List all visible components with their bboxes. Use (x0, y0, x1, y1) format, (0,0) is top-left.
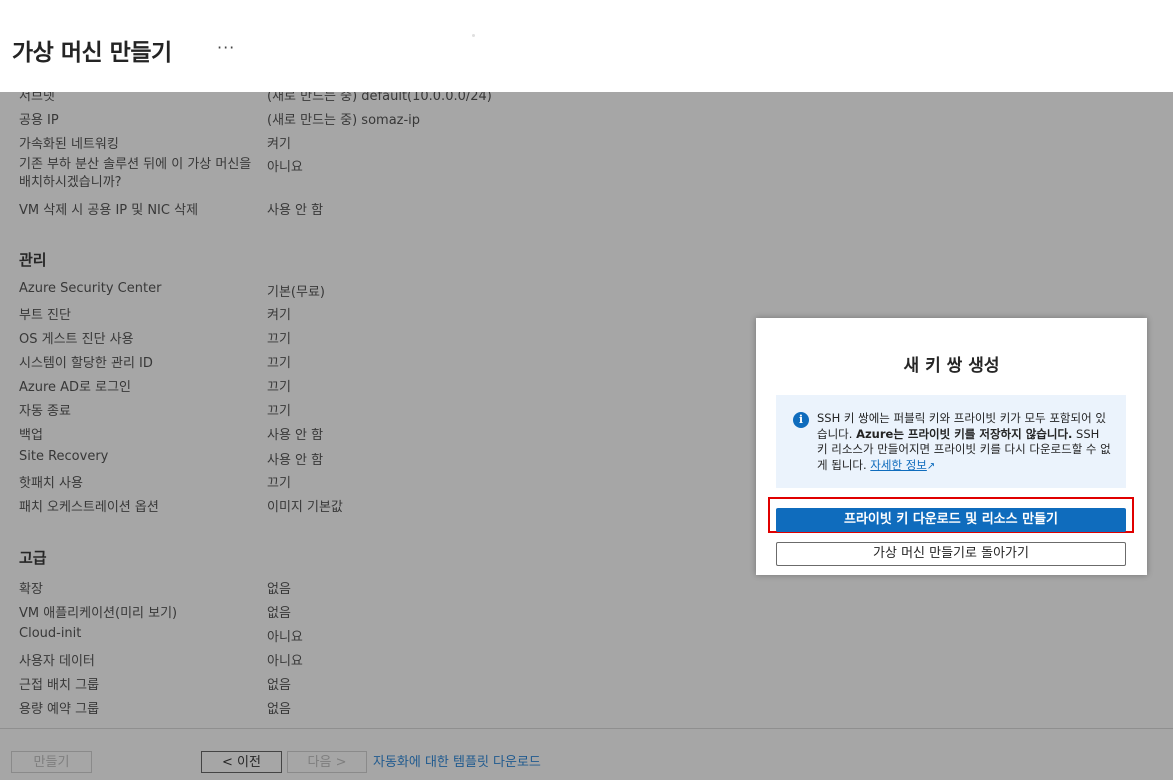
row-key: 사용자 데이터 (19, 654, 95, 669)
row-value: 없음 (267, 606, 291, 621)
row-key: 가속화된 네트워킹 (19, 137, 119, 152)
row-key: Cloud-init (19, 626, 82, 641)
row-key: Azure Security Center (19, 281, 162, 296)
info-message-bar: i SSH 키 쌍에는 퍼블릭 키와 프라이빗 키가 모두 포함되어 있습니다.… (776, 395, 1126, 488)
row-value: 끄기 (267, 332, 291, 347)
row-key: 자동 종료 (19, 404, 71, 419)
row-key: 부트 진단 (19, 308, 71, 323)
row-value: 끄기 (267, 380, 291, 395)
create-button[interactable]: 만들기 (11, 751, 92, 773)
section-title-management: 관리 (19, 251, 47, 269)
row-key: 공용 IP (19, 113, 59, 128)
row-key: 기존 부하 분산 솔루션 뒤에 이 가상 머신을 배치하시겠습니까? (19, 157, 252, 190)
next-button[interactable]: 다음 > (287, 751, 367, 773)
row-value: 이미지 기본값 (267, 500, 343, 515)
row-value: 끄기 (267, 404, 291, 419)
row-key: 확장 (19, 582, 43, 597)
row-value: 아니요 (267, 160, 303, 175)
row-value: 아니요 (267, 654, 303, 669)
row-value: 사용 안 함 (267, 428, 324, 443)
learn-more-link[interactable]: 자세한 정보 (870, 458, 927, 472)
return-to-create-vm-button[interactable]: 가상 머신 만들기로 돌아가기 (776, 542, 1126, 566)
row-key: VM 삭제 시 공용 IP 및 NIC 삭제 (19, 203, 199, 218)
more-options-icon[interactable]: ··· (217, 38, 235, 57)
row-value: 없음 (267, 702, 291, 717)
row-value: 사용 안 함 (267, 203, 324, 218)
section-title-advanced: 고급 (19, 549, 47, 567)
row-key: 용량 예약 그룹 (19, 702, 100, 717)
info-text: SSH 키 쌍에는 퍼블릭 키와 프라이빗 키가 모두 포함되어 있습니다. A… (817, 411, 1113, 474)
info-icon: i (793, 412, 809, 428)
external-link-icon: ↗ (926, 460, 936, 472)
decorative-dot (472, 34, 475, 37)
dialog-title: 새 키 쌍 생성 (903, 356, 1000, 376)
page-title: 가상 머신 만들기 (12, 40, 172, 66)
row-key: 패치 오케스트레이션 옵션 (19, 500, 159, 515)
wizard-footer: 만들기 < 이전 다음 > 자동화에 대한 템플릿 다운로드 (0, 728, 1173, 780)
row-value: 없음 (267, 678, 291, 693)
previous-button[interactable]: < 이전 (201, 751, 282, 773)
page-header: 가상 머신 만들기 ··· (0, 0, 1173, 92)
row-value: 기본(무료) (267, 285, 325, 300)
row-key: 백업 (19, 428, 43, 443)
row-value: (새로 만드는 중) somaz-ip (267, 113, 421, 128)
row-key: OS 게스트 진단 사용 (19, 332, 134, 347)
row-key: 서브넷 (19, 92, 55, 104)
row-value: 아니요 (267, 630, 303, 645)
row-key: 근접 배치 그룹 (19, 678, 100, 693)
generate-key-pair-dialog: 새 키 쌍 생성 i SSH 키 쌍에는 퍼블릭 키와 프라이빗 키가 모두 포… (756, 318, 1147, 575)
row-value: 켜기 (267, 137, 291, 152)
row-key: 핫패치 사용 (19, 476, 83, 491)
row-key: Azure AD로 로그인 (19, 380, 132, 395)
row-value: 끄기 (267, 476, 291, 491)
row-key: 시스템이 할당한 관리 ID (19, 356, 153, 371)
row-value: (새로 만드는 중) default(10.0.0.0/24) (267, 92, 492, 104)
download-private-key-button[interactable]: 프라이빗 키 다운로드 및 리소스 만들기 (776, 508, 1126, 532)
row-key: VM 애플리케이션(미리 보기) (19, 606, 178, 621)
row-key: Site Recovery (19, 449, 109, 464)
row-value: 끄기 (267, 356, 291, 371)
row-value: 켜기 (267, 308, 291, 323)
row-value: 없음 (267, 582, 291, 597)
info-text-bold: Azure는 프라이빗 키를 저장하지 않습니다. (856, 426, 1073, 441)
download-template-link[interactable]: 자동화에 대한 템플릿 다운로드 (373, 751, 541, 770)
row-value: 사용 안 함 (267, 453, 324, 468)
